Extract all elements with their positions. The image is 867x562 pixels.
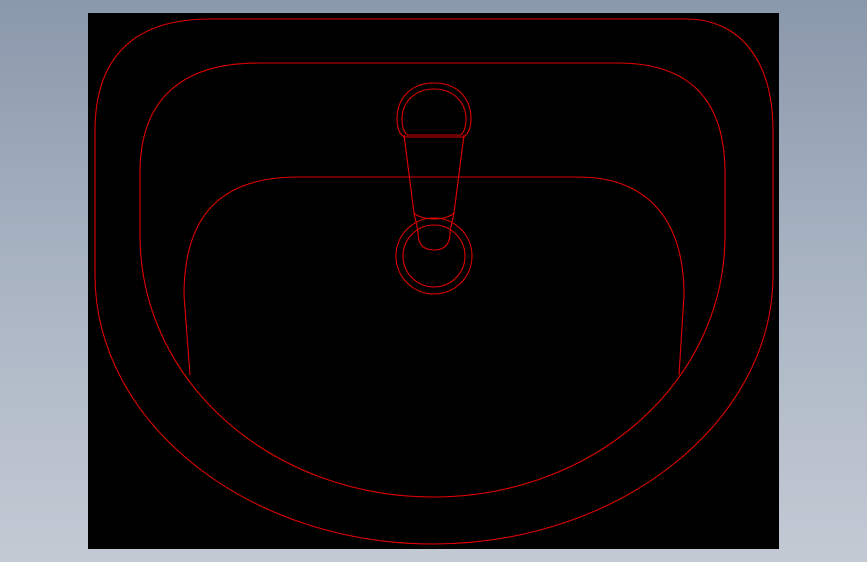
- washbasin-drawing: [94, 18, 774, 545]
- tap-lever-outer: [396, 82, 472, 138]
- tap-base-outer-ring: [395, 217, 473, 295]
- tap-base-inner-ring: [402, 224, 466, 288]
- tap-stem-bottom: [417, 232, 451, 251]
- basin-outer-rim: [94, 18, 774, 545]
- cad-viewport[interactable]: [88, 13, 779, 549]
- tap-body-left-edge: [403, 134, 419, 234]
- tap-body-right-edge: [449, 134, 465, 234]
- bowl-outline: [183, 176, 685, 376]
- tap-lever-inner: [401, 88, 467, 136]
- basin-inner-rim: [139, 62, 726, 498]
